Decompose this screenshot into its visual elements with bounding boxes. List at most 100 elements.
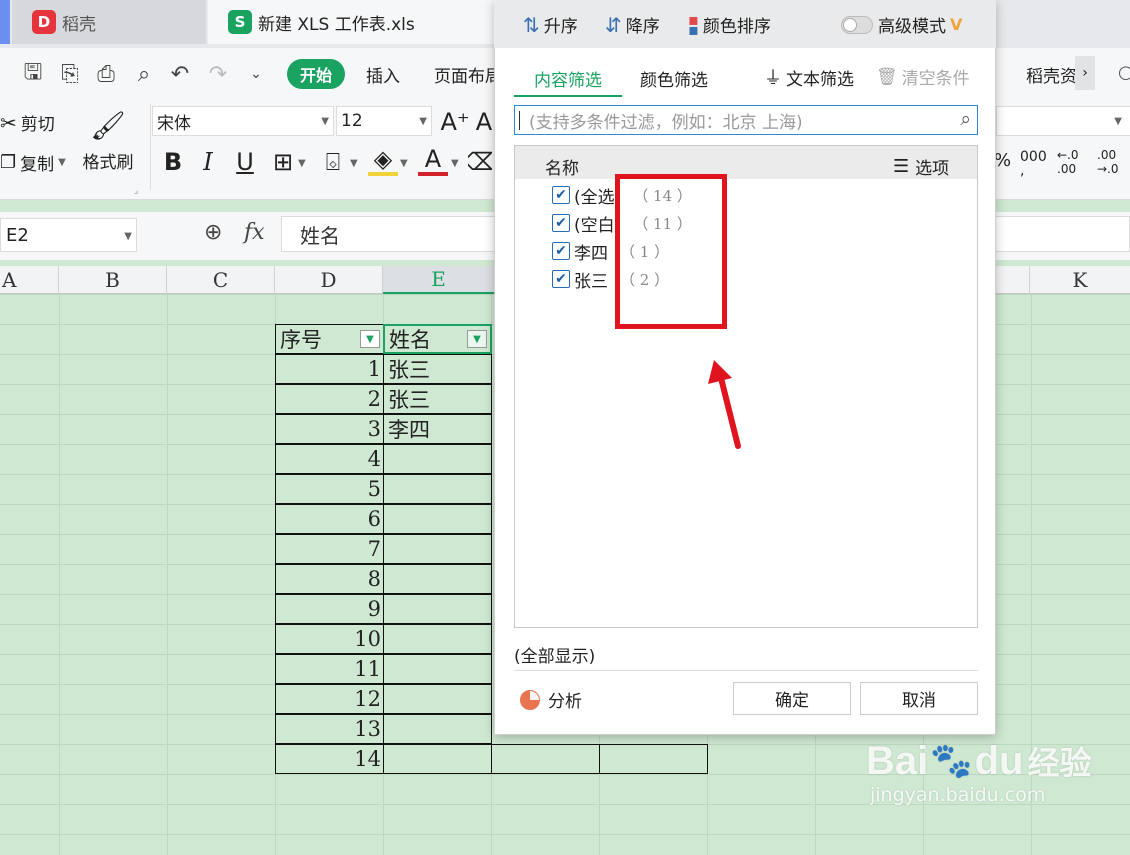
sort-ascending-button[interactable]: ⇅ 升序 (523, 12, 578, 38)
column-header-b[interactable]: B (59, 266, 167, 294)
column-header-c[interactable]: C (167, 266, 275, 294)
column-header-e[interactable]: E (383, 266, 494, 294)
export-pdf-icon[interactable]: ⎘ (55, 58, 85, 90)
table-cell-name[interactable] (383, 684, 492, 714)
filter-dropdown-icon[interactable]: ▼ (467, 330, 487, 348)
borders-icon[interactable]: ⊞ (268, 146, 298, 178)
table-cell[interactable] (491, 744, 600, 774)
table-cell-name[interactable] (383, 594, 492, 624)
font-name-select[interactable]: 宋体 ▼ (152, 106, 334, 136)
analyze-button[interactable]: 分析 (520, 687, 582, 712)
tab-page-layout[interactable]: 页面布局 (434, 62, 494, 87)
table-cell[interactable] (599, 744, 708, 774)
table-cell-name[interactable] (383, 504, 492, 534)
table-cell-name[interactable] (383, 444, 492, 474)
tab-start[interactable]: 开始 (287, 59, 345, 89)
number-format-select[interactable]: ▼ (996, 106, 1130, 136)
color-sort-button[interactable]: ▪ ▪ 颜色排序 (688, 11, 771, 37)
table-cell-seq[interactable]: 8 (275, 564, 384, 594)
quick-access-more-icon[interactable]: ⌄ (241, 58, 271, 90)
table-cell-seq[interactable]: 14 (275, 744, 384, 774)
table-cell-name[interactable] (383, 534, 492, 564)
table-cell-seq[interactable]: 3 (275, 414, 384, 444)
decrease-decimal-icon[interactable]: .00 →.0 (1097, 148, 1119, 176)
percent-icon[interactable]: % (994, 150, 1011, 171)
tab-docer-resources[interactable]: 稻壳资 (1026, 62, 1076, 87)
tab-content-filter[interactable]: 内容筛选 (514, 66, 622, 97)
table-cell-seq[interactable]: 9 (275, 594, 384, 624)
checkbox-checked-icon[interactable]: ✔ (552, 214, 570, 232)
chevron-down-icon[interactable]: ▼ (400, 158, 408, 169)
ok-button[interactable]: 确定 (733, 682, 851, 715)
table-cell-name[interactable]: 张三 (383, 384, 492, 414)
table-cell-seq[interactable]: 10 (275, 624, 384, 654)
table-cell-name[interactable] (383, 624, 492, 654)
checkbox-checked-icon[interactable]: ✔ (552, 242, 570, 260)
checkbox-checked-icon[interactable]: ✔ (552, 186, 570, 204)
table-cell-seq[interactable]: 12 (275, 684, 384, 714)
chevron-right-icon[interactable]: › (1075, 56, 1095, 90)
table-cell-name[interactable] (383, 654, 492, 684)
save-icon[interactable]: 🖫 (18, 58, 48, 90)
search-icon[interactable]: ⌕ (960, 108, 971, 130)
tab-color-filter[interactable]: 颜色筛选 (640, 66, 708, 91)
table-cell-name[interactable] (383, 564, 492, 594)
column-header-k[interactable]: K (1030, 266, 1130, 294)
print-icon[interactable]: ⎙ (91, 58, 121, 90)
fill-color-icon[interactable]: ◈ (368, 145, 398, 176)
cell-style-icon[interactable]: ⌺ (318, 146, 348, 178)
tab-spreadsheet-file[interactable]: S 新建 XLS 工作表.xls (208, 0, 498, 44)
table-cell-seq[interactable]: 2 (275, 384, 384, 414)
eraser-icon[interactable]: ⌫ (468, 146, 492, 178)
font-color-icon[interactable]: A (418, 145, 448, 176)
function-icon[interactable]: fx (244, 220, 265, 245)
header-cell-name[interactable]: 姓名 ▼ (383, 324, 492, 354)
table-cell-seq[interactable]: 7 (275, 534, 384, 564)
table-cell-seq[interactable]: 1 (275, 354, 384, 384)
table-cell-name[interactable]: 李四 (383, 414, 492, 444)
redo-icon[interactable]: ↷ (203, 58, 233, 90)
chevron-down-icon[interactable]: ▼ (298, 158, 306, 169)
column-header-d[interactable]: D (275, 266, 383, 294)
table-cell-name[interactable] (383, 474, 492, 504)
bold-icon[interactable]: B (158, 146, 188, 178)
checkbox-checked-icon[interactable]: ✔ (552, 270, 570, 288)
chevron-down-icon[interactable]: ▼ (451, 158, 459, 169)
table-cell-name[interactable] (383, 714, 492, 744)
table-cell-name[interactable] (383, 744, 492, 774)
tab-docer[interactable]: D 稻壳 (12, 0, 206, 44)
column-header-j[interactable] (996, 266, 1030, 294)
increase-font-size-icon[interactable]: A⁺ (440, 106, 470, 138)
underline-icon[interactable]: U (230, 146, 260, 178)
chevron-down-icon[interactable]: ▼ (350, 158, 358, 169)
filter-search-input[interactable]: (支持多条件过滤，例如：北京 上海) ⌕ (514, 105, 978, 135)
decrease-font-size-icon[interactable]: A (474, 106, 494, 138)
cut-button[interactable]: ✂ 剪切 (0, 110, 55, 136)
sort-descending-button[interactable]: ⇵ 降序 (605, 12, 660, 38)
undo-icon[interactable]: ↶ (165, 58, 195, 90)
name-box[interactable]: E2 ▼ (0, 218, 137, 252)
column-header-a[interactable]: A (0, 266, 59, 294)
text-filter-button[interactable]: ⏚ 文本筛选 (764, 64, 854, 90)
search-icon[interactable]: ○ (1118, 62, 1130, 83)
header-cell-seq[interactable]: 序号 ▼ (275, 324, 384, 354)
table-cell-seq[interactable]: 4 (275, 444, 384, 474)
thousands-separator-icon[interactable]: 000, (1020, 150, 1047, 178)
zoom-icon[interactable]: ⊕ (204, 220, 222, 245)
show-all-link[interactable]: (全部显示) (514, 642, 595, 667)
table-cell-name[interactable]: 张三 (383, 354, 492, 384)
tab-insert[interactable]: 插入 (366, 62, 400, 87)
format-painter-button[interactable]: 🖌 格式刷 (78, 104, 138, 173)
table-cell-seq[interactable]: 5 (275, 474, 384, 504)
copy-button[interactable]: ❐ 复制 ▼ (0, 150, 66, 175)
filter-dropdown-icon[interactable]: ▼ (360, 330, 380, 348)
options-button[interactable]: ☰ 选项 (893, 154, 949, 179)
dialog-launcher-icon[interactable]: ⌟ (134, 186, 138, 196)
increase-decimal-icon[interactable]: ←.0.00 (1057, 148, 1079, 176)
print-preview-icon[interactable]: ⌕ (129, 58, 159, 90)
font-size-select[interactable]: 12 ▼ (336, 106, 432, 136)
table-cell-seq[interactable]: 6 (275, 504, 384, 534)
cancel-button[interactable]: 取消 (860, 682, 978, 715)
table-cell-seq[interactable]: 13 (275, 714, 384, 744)
clear-conditions-button[interactable]: 🗑 清空条件 (876, 64, 970, 90)
